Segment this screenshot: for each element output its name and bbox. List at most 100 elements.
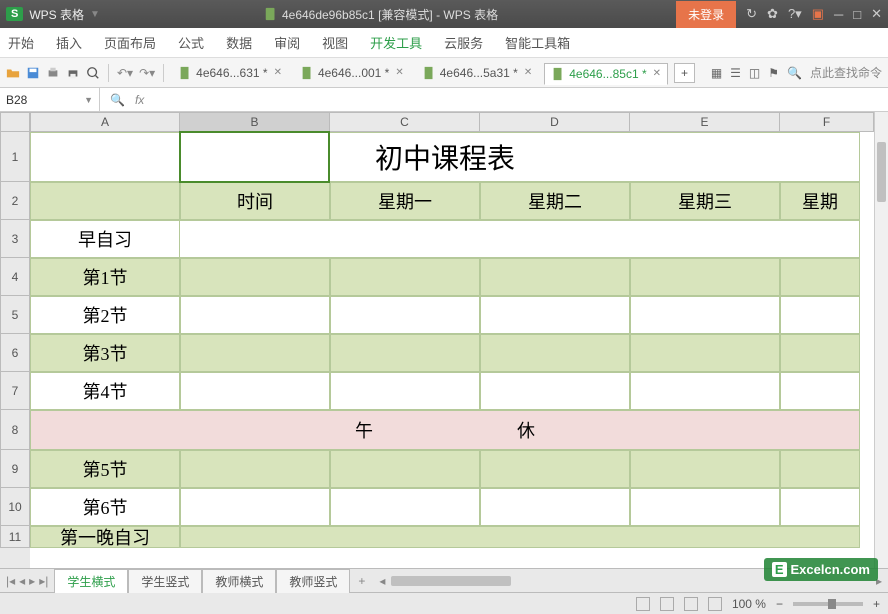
close-icon[interactable]: ✕ xyxy=(871,6,882,22)
menu-review[interactable]: 审阅 xyxy=(274,33,300,52)
window-icon[interactable]: ◫ xyxy=(749,66,760,80)
rowlabel-p4[interactable]: 第4节 xyxy=(30,372,180,410)
cell[interactable] xyxy=(180,450,330,488)
flag-icon[interactable]: ⚑ xyxy=(768,66,779,80)
scroll-thumb[interactable] xyxy=(877,142,886,202)
menu-formula[interactable]: 公式 xyxy=(178,33,204,52)
cell[interactable] xyxy=(480,450,630,488)
vertical-scrollbar[interactable] xyxy=(874,112,888,568)
fx-label[interactable]: fx xyxy=(135,93,144,107)
rowlabel-p6[interactable]: 第6节 xyxy=(30,488,180,526)
header-mon[interactable]: 星期一 xyxy=(330,182,480,220)
cell[interactable] xyxy=(180,296,330,334)
cell[interactable] xyxy=(780,296,860,334)
row-header[interactable]: 7 xyxy=(0,372,30,410)
cell[interactable] xyxy=(780,450,860,488)
close-tab-icon[interactable]: ✕ xyxy=(524,67,532,78)
sheet-tab-0[interactable]: 学生横式 xyxy=(54,569,128,593)
maximize-icon[interactable]: □ xyxy=(853,7,861,22)
command-search[interactable]: 点此查找命令 xyxy=(810,64,882,81)
row-header[interactable]: 2 xyxy=(0,182,30,220)
row-header[interactable]: 4 xyxy=(0,258,30,296)
sheet-last-icon[interactable]: ▸| xyxy=(39,574,48,588)
rowlabel-evening[interactable]: 第一晚自习 xyxy=(30,526,180,548)
sheet-first-icon[interactable]: |◂ xyxy=(6,574,15,588)
sheet-next-icon[interactable]: ▸ xyxy=(29,574,35,588)
view-pagelayout-icon[interactable] xyxy=(660,597,674,611)
row-header[interactable]: 6 xyxy=(0,334,30,372)
formula-input[interactable] xyxy=(154,88,888,111)
cell[interactable] xyxy=(330,488,480,526)
print-quick-icon[interactable] xyxy=(46,66,60,80)
cell[interactable] xyxy=(630,488,780,526)
cell[interactable] xyxy=(480,334,630,372)
rowlabel-p3[interactable]: 第3节 xyxy=(30,334,180,372)
file-tab-2[interactable]: 4e646...5a31 *✕ xyxy=(416,63,538,83)
menu-devtools[interactable]: 开发工具 xyxy=(370,33,422,52)
add-sheet-button[interactable]: + xyxy=(350,574,373,588)
redo-icon[interactable]: ↷▾ xyxy=(139,66,155,80)
cell[interactable] xyxy=(330,450,480,488)
row3-blank[interactable] xyxy=(180,220,860,258)
cell[interactable] xyxy=(780,334,860,372)
col-header-c[interactable]: C xyxy=(330,112,480,132)
skin-icon[interactable]: ✿ xyxy=(767,6,778,22)
menu-pagelayout[interactable]: 页面布局 xyxy=(104,33,156,52)
dropdown-icon[interactable]: ▼ xyxy=(90,9,100,20)
menu-start[interactable]: 开始 xyxy=(8,33,34,52)
row-header[interactable]: 10 xyxy=(0,488,30,526)
col-header-b[interactable]: B xyxy=(180,112,330,132)
undo-icon[interactable]: ↶▾ xyxy=(117,66,133,80)
cell[interactable] xyxy=(330,372,480,410)
cell[interactable] xyxy=(780,372,860,410)
row-header[interactable]: 3 xyxy=(0,220,30,258)
sheet-tab-2[interactable]: 教师横式 xyxy=(202,569,276,593)
sheet-tab-1[interactable]: 学生竖式 xyxy=(128,569,202,593)
cell[interactable] xyxy=(630,450,780,488)
save-icon[interactable] xyxy=(26,66,40,80)
cell[interactable] xyxy=(180,258,330,296)
sheet-tab-3[interactable]: 教师竖式 xyxy=(276,569,350,593)
file-tab-0[interactable]: 4e646...631 *✕ xyxy=(172,63,288,83)
cells-area[interactable]: 初中课程表 时间 星期一 星期二 星期三 星期 早自习 第1节 第2节 第3节 … xyxy=(30,132,874,568)
open-icon[interactable] xyxy=(6,66,20,80)
col-header-a[interactable]: A xyxy=(30,112,180,132)
rowlabel-morning[interactable]: 早自习 xyxy=(30,220,180,258)
header-blank[interactable] xyxy=(30,182,180,220)
cell[interactable] xyxy=(480,258,630,296)
close-tab-icon[interactable]: ✕ xyxy=(395,67,403,78)
cell[interactable] xyxy=(480,372,630,410)
header-tue[interactable]: 星期二 xyxy=(480,182,630,220)
help-icon[interactable]: ?▾ xyxy=(788,6,802,22)
rowlabel-p1[interactable]: 第1节 xyxy=(30,258,180,296)
rowlabel-p5[interactable]: 第5节 xyxy=(30,450,180,488)
search-icon[interactable]: 🔍 xyxy=(787,66,802,80)
cell[interactable] xyxy=(780,258,860,296)
row-header[interactable]: 9 xyxy=(0,450,30,488)
menu-data[interactable]: 数据 xyxy=(226,33,252,52)
lunch-row[interactable]: 午休 xyxy=(30,410,860,450)
spreadsheet-grid[interactable]: A B C D E F 1 2 3 4 5 6 7 8 9 10 11 初中课程… xyxy=(0,112,888,568)
login-button[interactable]: 未登录 xyxy=(676,1,736,28)
row-header[interactable]: 11 xyxy=(0,526,30,548)
row-header[interactable]: 1 xyxy=(0,132,30,182)
cell[interactable] xyxy=(780,488,860,526)
fx-search-icon[interactable]: 🔍 xyxy=(110,93,125,107)
header-thu[interactable]: 星期 xyxy=(780,182,860,220)
file-tab-1[interactable]: 4e646...001 *✕ xyxy=(294,63,410,83)
col-header-e[interactable]: E xyxy=(630,112,780,132)
select-all-corner[interactable] xyxy=(0,112,30,132)
zoom-in-icon[interactable]: + xyxy=(873,597,880,611)
cell[interactable] xyxy=(180,372,330,410)
cell[interactable] xyxy=(480,488,630,526)
file-tab-3[interactable]: 4e646...85c1 *✕ xyxy=(544,63,668,85)
print-icon[interactable] xyxy=(66,66,80,80)
cell[interactable] xyxy=(630,372,780,410)
close-tab-icon[interactable]: ✕ xyxy=(274,67,282,78)
row-header[interactable]: 5 xyxy=(0,296,30,334)
hscroll-left-icon[interactable]: ◂ xyxy=(379,574,385,588)
menu-smarttools[interactable]: 智能工具箱 xyxy=(505,33,570,52)
rowlabel-p2[interactable]: 第2节 xyxy=(30,296,180,334)
cell[interactable] xyxy=(630,296,780,334)
header-time[interactable]: 时间 xyxy=(180,182,330,220)
